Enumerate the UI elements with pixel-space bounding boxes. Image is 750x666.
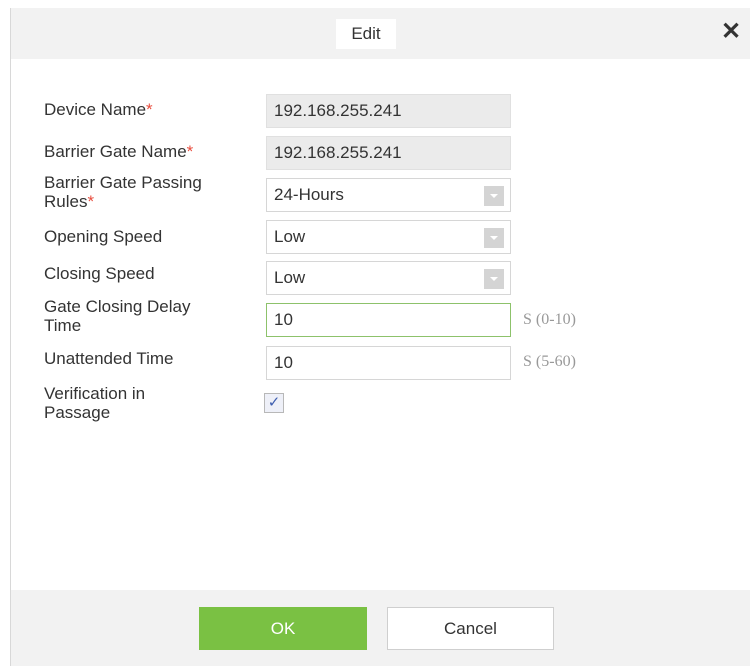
unattended-time-hint: S (5-60) — [523, 353, 576, 370]
passing-rules-value: 24-Hours — [274, 185, 344, 204]
dropdown-arrow-icon[interactable] — [484, 228, 504, 248]
required-mark: * — [87, 192, 95, 211]
dialog-footer: OK Cancel — [11, 590, 750, 666]
gate-closing-delay-hint: S (0-10) — [523, 311, 576, 328]
opening-speed-value: Low — [274, 227, 306, 246]
passing-rules-select[interactable]: 24-Hours — [266, 178, 511, 212]
dropdown-arrow-icon[interactable] — [484, 269, 504, 289]
dialog-titlebar: Edit ✕ — [11, 8, 750, 59]
ok-button[interactable]: OK — [199, 607, 367, 650]
closing-speed-select[interactable]: Low — [266, 261, 511, 295]
verification-label: Verification in Passage — [44, 384, 146, 422]
verification-checkbox[interactable]: ✓ — [264, 393, 284, 413]
unattended-time-label: Unattended Time — [44, 349, 174, 368]
closing-speed-value: Low — [274, 268, 306, 287]
dialog-title: Edit — [336, 19, 396, 49]
required-mark: * — [146, 100, 153, 119]
closing-speed-label: Closing Speed — [44, 264, 155, 283]
opening-speed-label: Opening Speed — [44, 227, 163, 246]
close-icon[interactable]: ✕ — [719, 18, 743, 46]
device-name-field: 192.168.255.241 — [266, 94, 511, 128]
barrier-gate-name-label: Barrier Gate Name* — [44, 142, 194, 161]
gate-closing-delay-input[interactable]: 10 — [266, 303, 511, 337]
cancel-button[interactable]: Cancel — [387, 607, 554, 650]
unattended-time-input[interactable]: 10 — [266, 346, 511, 380]
dropdown-arrow-icon[interactable] — [484, 186, 504, 206]
passing-rules-label: Barrier Gate Passing Rules* — [44, 173, 202, 211]
opening-speed-select[interactable]: Low — [266, 220, 511, 254]
gate-closing-delay-label: Gate Closing Delay Time — [44, 297, 191, 335]
device-name-label: Device Name* — [44, 100, 153, 119]
barrier-gate-name-field: 192.168.255.241 — [266, 136, 511, 170]
required-mark: * — [186, 142, 194, 161]
edit-dialog: Edit ✕ Device Name* 192.168.255.241 Barr… — [10, 8, 750, 666]
